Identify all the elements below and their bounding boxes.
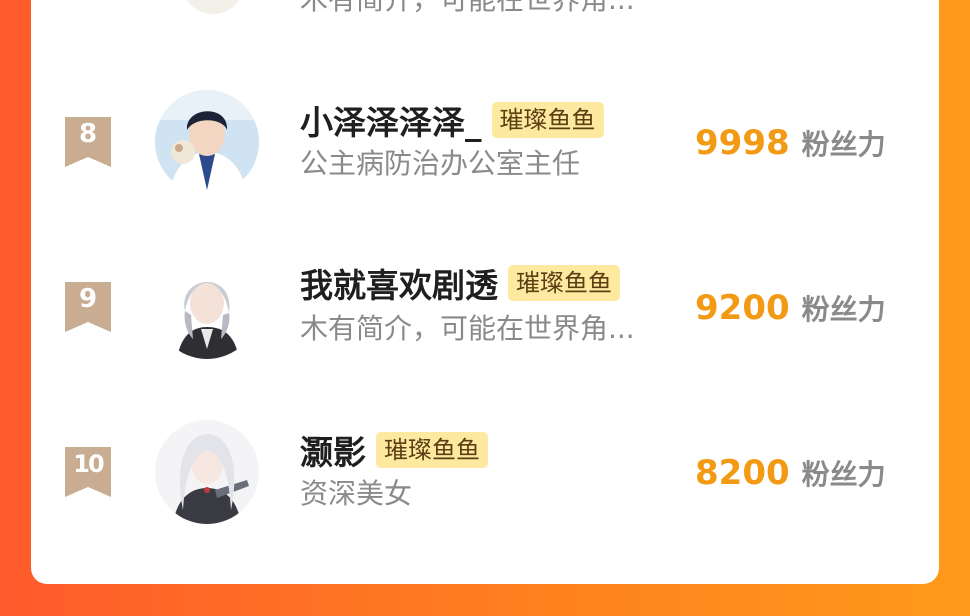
- rank-badge: 9: [65, 282, 111, 332]
- level-badge: 璀璨鱼鱼: [376, 432, 488, 468]
- fans-label: 粉丝力: [801, 128, 886, 161]
- user-name[interactable]: 我就喜欢剧透: [300, 259, 498, 307]
- list-item[interactable]: 10 灏影 璀璨鱼鱼 资深美女 8200 粉丝力: [31, 417, 939, 527]
- rank-number: 10: [73, 450, 104, 478]
- user-bio: 资深美女: [300, 477, 413, 510]
- level-badge: 璀璨鱼鱼: [508, 265, 620, 301]
- level-badge: 璀璨鱼鱼: [491, 102, 604, 138]
- fans-power: 9998 粉丝力: [695, 123, 886, 167]
- list-item-partial[interactable]: 木有简介，可能在世界角...: [31, 0, 939, 90]
- name-line: 小泽泽泽泽_ 璀璨鱼鱼: [300, 100, 604, 142]
- user-bio: 公主病防治办公室主任: [300, 147, 581, 180]
- user-bio: 木有简介，可能在世界角...: [300, 0, 635, 18]
- rank-number: 8: [78, 119, 98, 149]
- user-name[interactable]: 灏影: [300, 426, 366, 474]
- fans-count: 8200: [695, 453, 790, 493]
- fans-count: 9200: [695, 288, 790, 328]
- avatar[interactable]: [181, 0, 245, 14]
- name-line: 我就喜欢剧透 璀璨鱼鱼: [300, 263, 620, 305]
- user-bio: 木有简介，可能在世界角...: [300, 312, 635, 345]
- fans-count: 9998: [695, 123, 790, 163]
- fans-power: 8200 粉丝力: [695, 453, 886, 497]
- list-item[interactable]: 8 小泽泽泽泽_ 璀璨鱼鱼 公主病防治办公室主任 9998 粉丝力: [31, 87, 939, 197]
- avatar[interactable]: [155, 255, 259, 359]
- rank-badge: 8: [65, 117, 111, 167]
- avatar[interactable]: [155, 90, 259, 194]
- list-item[interactable]: 9 我就喜欢剧透 璀璨鱼鱼 木有简介，可能在世界角... 9200 粉丝力: [31, 252, 939, 362]
- user-name[interactable]: 小泽泽泽泽_: [300, 96, 482, 144]
- avatar[interactable]: [155, 420, 259, 524]
- name-line: 灏影 璀璨鱼鱼: [300, 430, 488, 472]
- ranking-card: 木有简介，可能在世界角... 8 小泽泽泽泽_ 璀璨鱼鱼: [31, 0, 939, 584]
- rank-number: 9: [78, 284, 98, 314]
- rank-badge: 10: [65, 447, 111, 497]
- fans-power: 9200 粉丝力: [695, 288, 886, 332]
- fans-label: 粉丝力: [801, 293, 886, 326]
- fans-label: 粉丝力: [801, 458, 886, 491]
